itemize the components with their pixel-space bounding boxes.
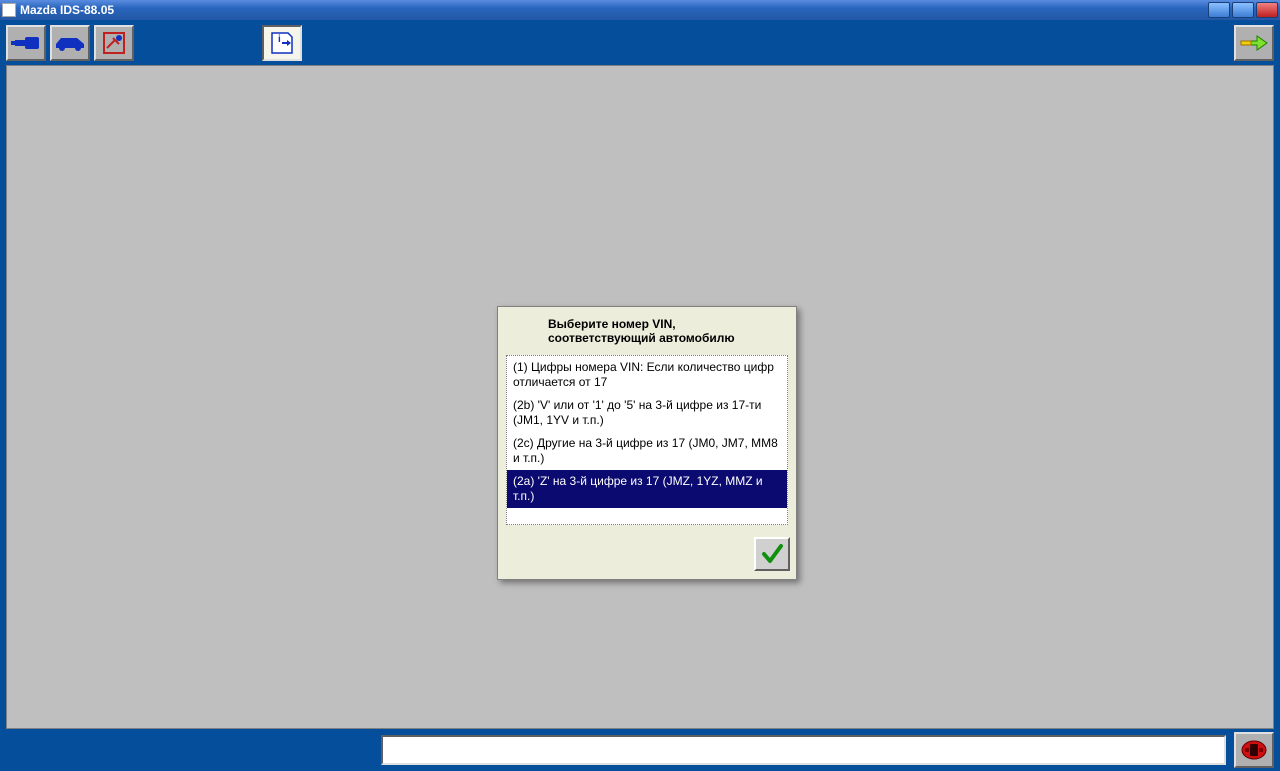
tools-icon bbox=[101, 30, 127, 56]
next-button[interactable] bbox=[1234, 25, 1274, 61]
car-icon bbox=[53, 34, 87, 52]
status-field bbox=[381, 735, 1226, 765]
connector-button[interactable] bbox=[6, 25, 46, 61]
close-button[interactable] bbox=[1256, 2, 1278, 18]
toolbar-right bbox=[1234, 25, 1274, 61]
list-item[interactable]: (2a) 'Z' на 3-й цифре из 17 (JMZ, 1YZ, M… bbox=[507, 470, 787, 508]
check-icon bbox=[760, 542, 784, 566]
top-toolbar: i bbox=[0, 20, 1280, 65]
list-item[interactable]: (1) Цифры номера VIN: Если количество ци… bbox=[507, 356, 787, 394]
info-icon: i bbox=[268, 29, 296, 57]
list-item[interactable]: (2c) Другие на 3-й цифре из 17 (JM0, JM7… bbox=[507, 432, 787, 470]
app-window: Mazda IDS-88.05 bbox=[0, 0, 1280, 771]
arrow-right-icon bbox=[1239, 33, 1269, 53]
connector-icon bbox=[11, 33, 41, 53]
titlebar-left: Mazda IDS-88.05 bbox=[2, 3, 114, 17]
window-controls bbox=[1208, 2, 1278, 18]
vehicle-button[interactable] bbox=[50, 25, 90, 61]
maximize-button[interactable] bbox=[1232, 2, 1254, 18]
list-item[interactable]: (2b) 'V' или от '1' до '5' на 3-й цифре … bbox=[507, 394, 787, 432]
app-icon bbox=[2, 3, 16, 17]
title-bar: Mazda IDS-88.05 bbox=[0, 0, 1280, 20]
dialog-footer bbox=[498, 533, 796, 579]
vin-options-list[interactable]: (1) Цифры номера VIN: Если количество ци… bbox=[506, 355, 788, 525]
ok-button[interactable] bbox=[754, 537, 790, 571]
emergency-button[interactable] bbox=[1234, 732, 1274, 768]
emergency-icon bbox=[1239, 738, 1269, 762]
dialog-title: Выберите номер VIN, соответствующий авто… bbox=[498, 307, 796, 355]
main-content: Выберите номер VIN, соответствующий авто… bbox=[6, 65, 1274, 729]
svg-text:i: i bbox=[278, 34, 281, 45]
tools-button[interactable] bbox=[94, 25, 134, 61]
window-title: Mazda IDS-88.05 bbox=[20, 3, 114, 17]
bottom-bar bbox=[0, 729, 1280, 771]
minimize-button[interactable] bbox=[1208, 2, 1230, 18]
info-button[interactable]: i bbox=[262, 25, 302, 61]
toolbar-left: i bbox=[6, 25, 302, 61]
vin-select-dialog: Выберите номер VIN, соответствующий авто… bbox=[497, 306, 797, 580]
